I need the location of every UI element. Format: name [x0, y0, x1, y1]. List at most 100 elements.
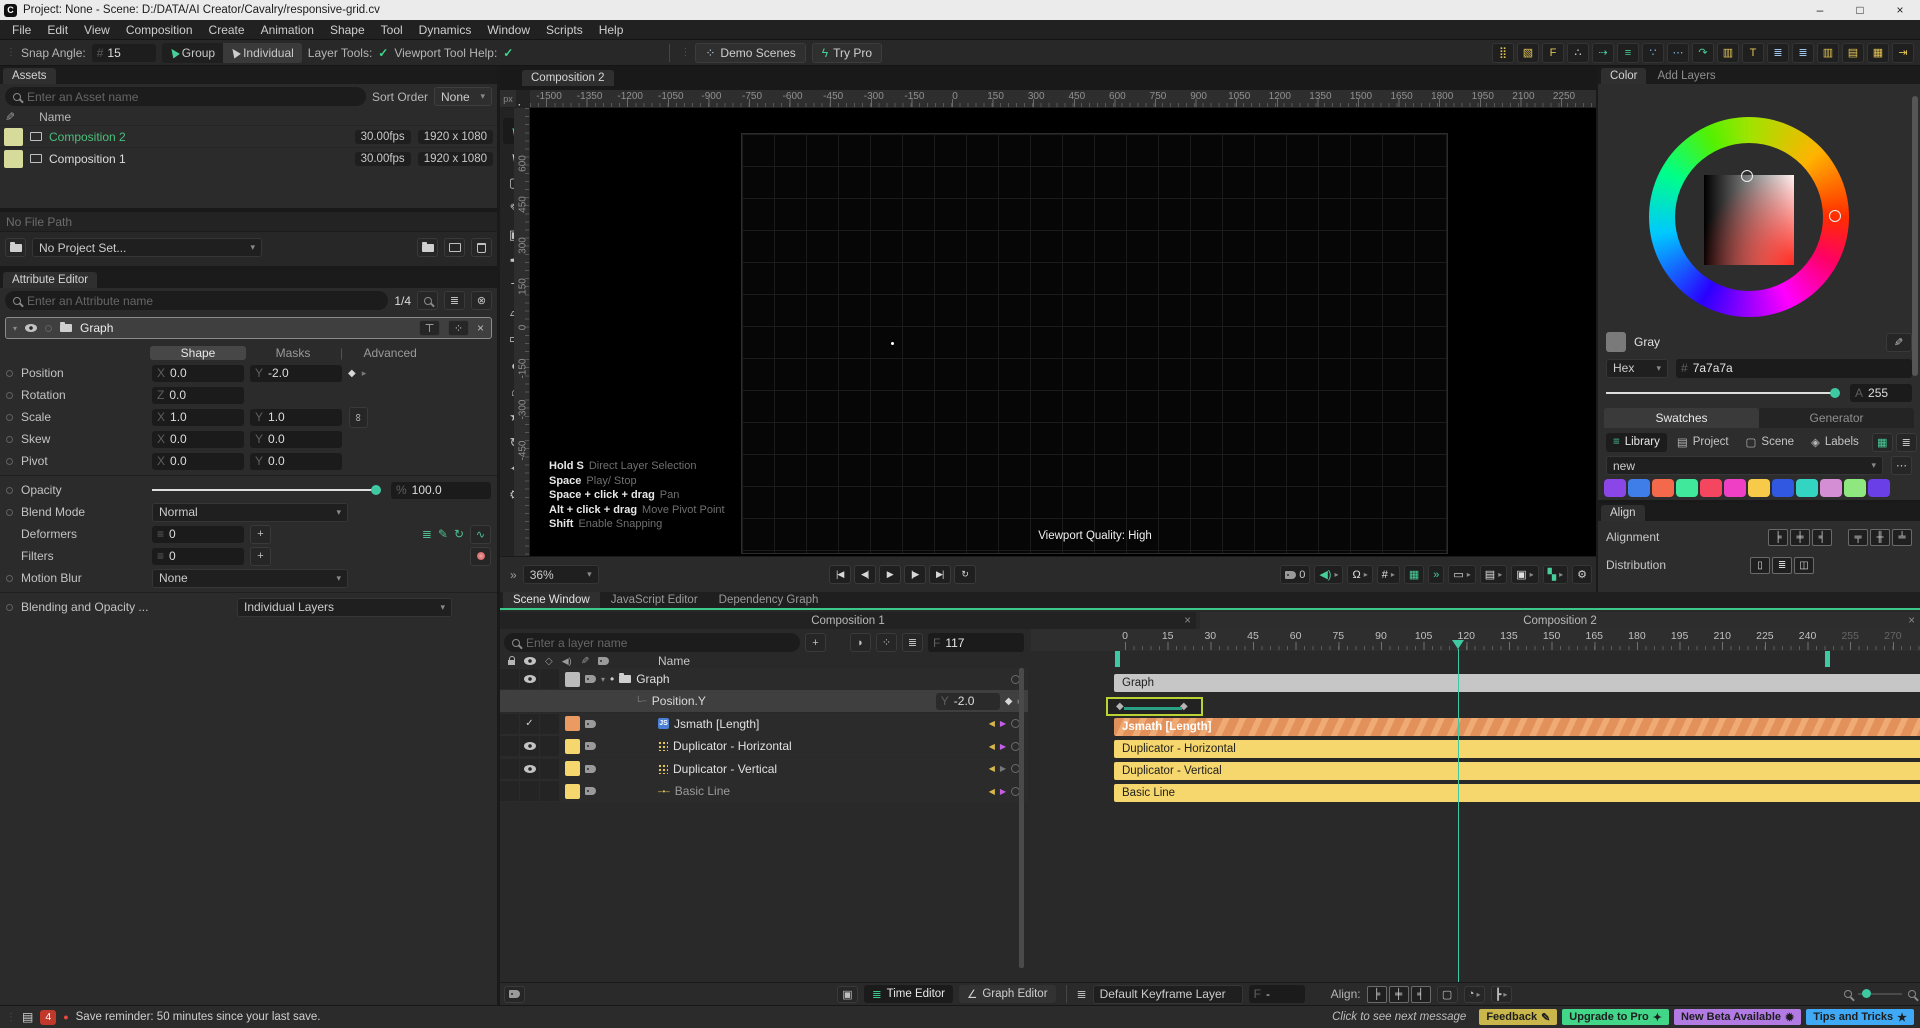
- grid-cells-icon[interactable]: ▦: [1867, 43, 1889, 63]
- layer-cell[interactable]: [540, 736, 559, 756]
- keyframe-list-icon[interactable]: ≣: [1077, 987, 1087, 1001]
- time-editor-button[interactable]: ≣ Time Editor: [864, 985, 953, 1003]
- eyedropper-button[interactable]: ✎: [1886, 333, 1912, 352]
- asset-search-field[interactable]: [27, 90, 358, 104]
- subtab-swatches[interactable]: Swatches: [1604, 408, 1759, 428]
- menu-help[interactable]: Help: [591, 23, 632, 37]
- dropdown-arrow-icon[interactable]: ▸: [1391, 570, 1395, 579]
- dock-button[interactable]: ▣: [837, 986, 858, 1003]
- menu-window[interactable]: Window: [479, 23, 538, 37]
- palette-swatch-11[interactable]: [1868, 479, 1890, 497]
- layer-color-swatch[interactable]: [565, 761, 580, 776]
- attr-circle[interactable]: [6, 414, 13, 421]
- text-frame-icon[interactable]: F: [1542, 43, 1564, 63]
- sort-order-select[interactable]: None ▾: [434, 87, 492, 106]
- layout-button[interactable]: ▦: [1404, 565, 1424, 584]
- list-icon[interactable]: ≣: [422, 527, 432, 541]
- attr-field-scale-y[interactable]: Y1.0: [250, 409, 342, 426]
- pin-icon[interactable]: T: [1742, 43, 1764, 63]
- keyframe-diamond[interactable]: ◆: [1116, 701, 1124, 712]
- keyframe-flag-yellow[interactable]: ◀: [989, 719, 995, 728]
- dropdown-arrow-icon[interactable]: ▸: [1530, 570, 1534, 579]
- keyframe-flag-yellow[interactable]: ◀: [989, 742, 995, 751]
- attribute-search-input[interactable]: [5, 291, 388, 310]
- tag-icon[interactable]: [585, 720, 596, 728]
- keyframe-flag-purple[interactable]: ▶: [1000, 719, 1006, 728]
- attr-tab-shape[interactable]: Shape: [150, 346, 246, 360]
- individual-mode-button[interactable]: Individual: [223, 43, 302, 63]
- blending-select[interactable]: Individual Layers▾: [237, 598, 452, 617]
- visibility-eye-icon[interactable]: [524, 765, 536, 773]
- loop-button[interactable]: ↻: [954, 565, 976, 584]
- dropdown-arrow-icon[interactable]: ▸: [1334, 570, 1338, 579]
- expand-chevron-icon[interactable]: ▾: [601, 675, 605, 684]
- layer-tools-checkbox[interactable]: ✓: [378, 46, 388, 60]
- palette-swatch-10[interactable]: [1844, 479, 1866, 497]
- tab-align[interactable]: Align: [1601, 505, 1645, 521]
- layer-cell[interactable]: [540, 759, 559, 779]
- frame-tag-control[interactable]: 0: [1280, 565, 1310, 584]
- table-columns-icon[interactable]: ▥: [1717, 43, 1739, 63]
- tag-icon[interactable]: [585, 675, 596, 683]
- add-deformer-button[interactable]: +: [250, 525, 271, 544]
- node-tree-icon[interactable]: ∵: [1642, 43, 1664, 63]
- grid-dots-icon[interactable]: ⣿: [1492, 43, 1514, 63]
- timeline-bar-duplicator-horizontal[interactable]: Duplicator - Horizontal: [1114, 740, 1920, 758]
- text-align-left-icon[interactable]: ≣: [1767, 43, 1789, 63]
- snap-keys-button[interactable]: ┣▸: [1491, 986, 1512, 1003]
- layer-search-field[interactable]: [526, 636, 792, 650]
- current-frame-field[interactable]: F117: [928, 633, 1024, 652]
- attr-tab-advanced[interactable]: Advanced: [347, 346, 433, 360]
- menu-tool[interactable]: Tool: [373, 23, 411, 37]
- attr-field-pivot-x[interactable]: X0.0: [152, 453, 244, 470]
- keyframe-flag-gray[interactable]: ▶: [1000, 764, 1006, 773]
- expand-tools-icon[interactable]: »: [510, 568, 517, 582]
- audio-button[interactable]: ◀)▸: [1314, 565, 1343, 584]
- text-align-right-icon[interactable]: ≣: [1792, 43, 1814, 63]
- slider-handle[interactable]: [371, 485, 381, 495]
- palette-swatch-0[interactable]: [1604, 479, 1626, 497]
- asset-swatch[interactable]: [4, 150, 23, 168]
- menu-composition[interactable]: Composition: [118, 23, 201, 37]
- loop-icon[interactable]: ↻: [454, 527, 464, 541]
- property-value-field[interactable]: Y-2.0: [936, 693, 1000, 710]
- attr-field-position-y[interactable]: Y-2.0: [250, 365, 342, 382]
- menu-create[interactable]: Create: [201, 23, 253, 37]
- curve-icon[interactable]: ✎: [438, 527, 448, 541]
- layer-cell[interactable]: [500, 759, 519, 779]
- dropdown-arrow-icon[interactable]: ▸: [1467, 570, 1471, 579]
- attr-circle[interactable]: [6, 604, 13, 611]
- attr-circle[interactable]: [6, 436, 13, 443]
- attr-tab-masks[interactable]: Masks: [250, 346, 336, 360]
- distribute-horizontal-button[interactable]: ▯: [1750, 557, 1770, 574]
- dropdown-arrow-icon[interactable]: ▸: [1364, 570, 1368, 579]
- distribute-vertical-button[interactable]: ≣: [1772, 557, 1792, 574]
- palette-swatch-4[interactable]: [1700, 479, 1722, 497]
- skip-start-button[interactable]: |◀: [829, 565, 851, 584]
- layer-color-swatch[interactable]: [565, 716, 580, 731]
- wave-icon[interactable]: ∿: [470, 525, 491, 544]
- zoom-select[interactable]: 36% ▾: [523, 565, 599, 584]
- columns-icon[interactable]: ▥: [1817, 43, 1839, 63]
- filters-count[interactable]: ≡0: [152, 548, 244, 565]
- more-dots-icon[interactable]: ⁘: [448, 320, 469, 336]
- box-select-keys-button[interactable]: ▢: [1437, 986, 1458, 1003]
- layer-cell[interactable]: [500, 781, 519, 801]
- attr-circle[interactable]: [6, 370, 13, 377]
- tag-icon[interactable]: [585, 742, 596, 750]
- node-header[interactable]: ▾ Graph ⊤ ⁘ ×: [5, 317, 492, 339]
- work-area-in-marker[interactable]: [1115, 651, 1120, 667]
- playhead-line[interactable]: [1458, 649, 1459, 982]
- add-layer-button[interactable]: +: [805, 633, 826, 652]
- try-pro-button[interactable]: ϟ Try Pro: [812, 43, 882, 63]
- play-button[interactable]: ▶: [879, 565, 901, 584]
- source-labels[interactable]: ◈Labels: [1804, 433, 1866, 452]
- layer-row-graph[interactable]: ▾•Graph: [500, 668, 1028, 690]
- new-beta-available-button[interactable]: New Beta Available✹: [1674, 1009, 1801, 1025]
- snap-angle-input[interactable]: #: [92, 44, 156, 62]
- hue-handle[interactable]: [1829, 210, 1841, 222]
- layer-row-jsmath-length[interactable]: ✓JSJsmath [Length]◀▶: [500, 713, 1028, 735]
- tips-and-tricks-button[interactable]: Tips and Tricks★: [1806, 1009, 1914, 1025]
- layer-cell[interactable]: [540, 669, 559, 689]
- pick-attribute-button[interactable]: [417, 291, 438, 310]
